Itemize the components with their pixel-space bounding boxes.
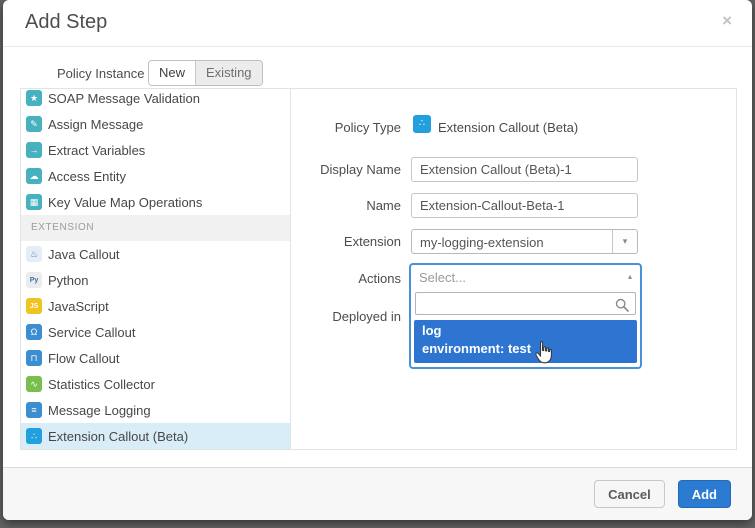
extension-label: Extension [221,234,401,249]
policy-item-label: Extension Callout (Beta) [48,429,188,444]
flow-callout-icon: ⊓ [26,350,42,366]
toggle-existing-button[interactable]: Existing [195,61,262,85]
policy-instance-label: Policy Instance [57,66,144,81]
policy-item-label: Extract Variables [48,143,145,158]
policy-item-message-logging[interactable]: ≡ Message Logging [21,397,290,423]
cancel-button[interactable]: Cancel [594,480,665,508]
extension-callout-icon: ∴ [26,428,42,444]
display-name-label: Display Name [221,162,401,177]
add-step-dialog: Add Step × Policy Instance New Existing … [3,0,752,520]
dialog-footer: Cancel Add [3,467,752,520]
chevron-up-icon: ▴ [628,272,632,281]
soap-message-validation-icon: ★ [26,90,42,106]
policy-item-label: Python [48,273,88,288]
java-callout-icon: ♨ [26,246,42,262]
policy-item-label: SOAP Message Validation [48,91,200,106]
actions-option-log[interactable]: log environment: test [414,320,637,363]
policy-item-extract-variables[interactable]: → Extract Variables [21,137,290,163]
extract-variables-icon: → [26,142,42,158]
toggle-new-button[interactable]: New [149,61,195,85]
policy-item-flow-callout[interactable]: ⊓ Flow Callout [21,345,290,371]
actions-select[interactable]: Select... ▴ [411,265,640,289]
close-icon[interactable]: × [722,12,732,29]
dialog-content: ★ SOAP Message Validation ✎ Assign Messa… [20,88,737,450]
python-icon: Py [26,272,42,288]
policy-list: ★ SOAP Message Validation ✎ Assign Messa… [21,89,291,449]
policy-item-label: Flow Callout [48,351,120,366]
access-entity-icon: ☁ [26,168,42,184]
assign-message-icon: ✎ [26,116,42,132]
policy-item-label: Statistics Collector [48,377,155,392]
policy-item-label: Access Entity [48,169,126,184]
dialog-header: Add Step × [3,0,752,47]
policy-type-label: Policy Type [221,120,401,135]
policy-type-value: Extension Callout (Beta) [438,120,578,135]
extension-select-value: my-logging-extension [420,235,544,250]
display-name-field[interactable] [411,157,638,182]
policy-item-label: Key Value Map Operations [48,195,202,210]
policy-item-label: Message Logging [48,403,151,418]
add-button[interactable]: Add [678,480,731,508]
service-callout-icon: Ω [26,324,42,340]
option-name: log [422,322,629,340]
actions-search-input[interactable] [415,292,636,315]
policy-item-extension-callout-beta[interactable]: ∴ Extension Callout (Beta) [21,423,290,449]
statistics-collector-icon: ∿ [26,376,42,392]
message-logging-icon: ≡ [26,402,42,418]
screen-backdrop: Add Step × Policy Instance New Existing … [0,0,755,528]
policy-item-statistics-collector[interactable]: ∿ Statistics Collector [21,371,290,397]
key-value-map-operations-icon: ▦ [26,194,42,210]
name-field[interactable] [411,193,638,218]
actions-label: Actions [221,271,401,286]
policy-item-label: JavaScript [48,299,109,314]
deployed-in-label: Deployed in [221,309,401,324]
chevron-down-icon[interactable]: ▾ [612,230,637,253]
policy-item-label: Assign Message [48,117,143,132]
policy-instance-toggle: New Existing [148,60,263,86]
extension-callout-icon: ∴ [413,115,431,133]
javascript-icon: JS [26,298,42,314]
policy-item-label: Java Callout [48,247,120,262]
policy-item-soap-message-validation[interactable]: ★ SOAP Message Validation [21,89,290,111]
extension-select[interactable]: my-logging-extension ▾ [411,229,638,254]
option-detail: environment: test [422,340,629,358]
dialog-title: Add Step [25,11,107,34]
actions-dropdown: Select... ▴ log environment: test [409,263,642,369]
policy-item-label: Service Callout [48,325,135,340]
actions-select-placeholder: Select... [419,270,466,285]
name-label: Name [221,198,401,213]
